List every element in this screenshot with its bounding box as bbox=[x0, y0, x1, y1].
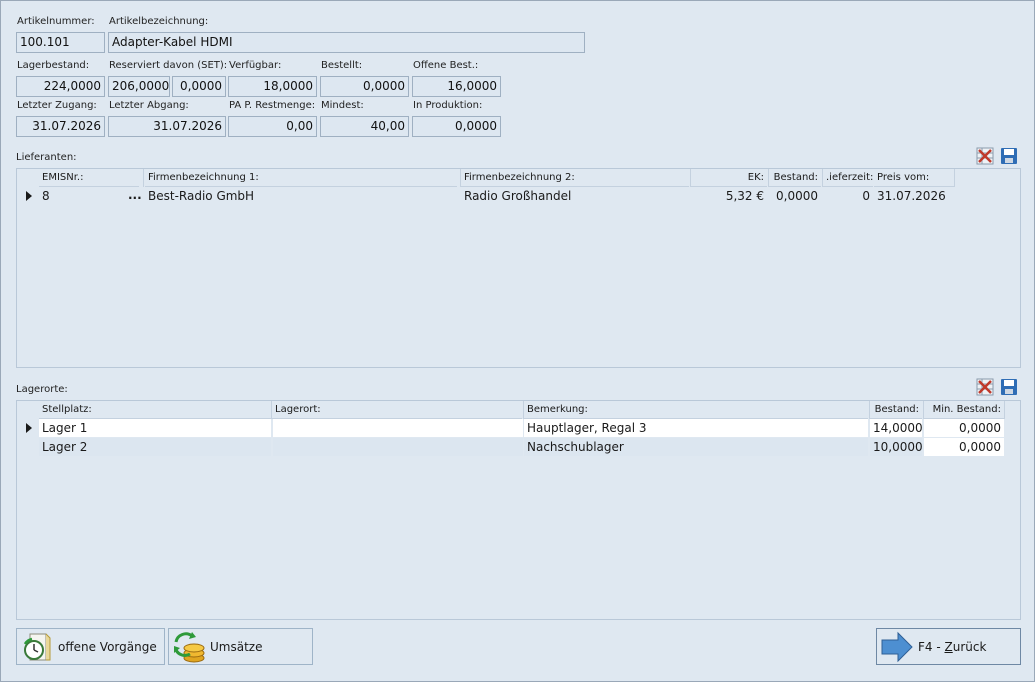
lieferanten-delete-icon[interactable] bbox=[976, 147, 994, 165]
row-selector[interactable] bbox=[17, 419, 39, 437]
lager-lagerort[interactable] bbox=[273, 419, 523, 437]
article-number-field[interactable]: 100.101 bbox=[16, 32, 105, 53]
pap-label: PA P. Restmenge: bbox=[229, 100, 316, 111]
coins-icon bbox=[172, 630, 206, 664]
lieferant-ek[interactable]: 5,32 € bbox=[691, 187, 767, 205]
article-name-label: Artikelbezeichnung: bbox=[109, 16, 209, 27]
col-firma2[interactable]: Firmenbezeichnung 2: bbox=[461, 169, 689, 187]
offene-field[interactable]: 16,0000 bbox=[412, 76, 501, 97]
zurueck-label-mnemonic: Z bbox=[944, 639, 953, 654]
lieferanten-grid: EMISNr.: Firmenbezeichnung 1: Firmenbeze… bbox=[16, 168, 1021, 368]
verfuegbar-label: Verfügbar: bbox=[229, 60, 282, 71]
lieferant-lookup-button[interactable]: ... bbox=[125, 186, 145, 204]
lieferanten-title: Lieferanten: bbox=[16, 152, 77, 163]
window-frame: Artikelnummer: 100.101 Artikelbezeichnun… bbox=[0, 0, 1035, 682]
col-lieferzeit[interactable]: .ieferzeit: bbox=[823, 169, 873, 187]
lager-stellplatz[interactable]: Lager 1 bbox=[39, 419, 271, 437]
lieferant-firma2[interactable]: Radio Großhandel bbox=[461, 187, 689, 205]
lieferant-preis[interactable]: 31.07.2026 bbox=[874, 187, 954, 205]
clock-icon bbox=[20, 630, 54, 664]
pap-field[interactable]: 0,00 bbox=[228, 116, 317, 137]
lieferant-bestand[interactable]: 0,0000 bbox=[769, 187, 821, 205]
offene-vorgaenge-label: offene Vorgänge bbox=[58, 639, 157, 654]
produktion-label: In Produktion: bbox=[413, 100, 483, 111]
lager-bemerkung[interactable]: Hauptlager, Regal 3 bbox=[524, 419, 868, 437]
bestellt-label: Bestellt: bbox=[321, 60, 363, 71]
arrow-right-icon bbox=[880, 630, 914, 664]
zurueck-label: F4 - Zurück bbox=[918, 640, 986, 654]
col-bemerkung[interactable]: Bemerkung: bbox=[524, 401, 868, 419]
col-lagerort[interactable]: Lagerort: bbox=[272, 401, 522, 419]
lieferanten-save-icon[interactable] bbox=[1000, 147, 1018, 165]
lager-stellplatz[interactable]: Lager 2 bbox=[39, 438, 271, 456]
col-emis[interactable]: EMISNr.: bbox=[39, 169, 139, 187]
zurueck-label-rest: urück bbox=[952, 639, 987, 654]
offene-vorgaenge-button[interactable]: offene Vorgänge bbox=[16, 628, 165, 665]
reserviert-field[interactable]: 206,0000 bbox=[108, 76, 170, 97]
set-field[interactable]: 0,0000 bbox=[172, 76, 226, 97]
current-row-icon bbox=[26, 423, 32, 433]
row-selector[interactable] bbox=[17, 187, 39, 205]
article-number-label: Artikelnummer: bbox=[17, 16, 95, 27]
col-ek[interactable]: EK: bbox=[691, 169, 767, 187]
mindest-label: Mindest: bbox=[321, 100, 364, 111]
abgang-field[interactable]: 31.07.2026 bbox=[108, 116, 226, 137]
col-lager-bestand[interactable]: Bestand: bbox=[870, 401, 922, 419]
lieferant-lieferzeit[interactable]: 0 bbox=[823, 187, 873, 205]
lieferant-emis[interactable]: 8 bbox=[39, 187, 121, 205]
lager-min-bestand[interactable]: 0,0000 bbox=[924, 438, 1004, 456]
umsaetze-label: Umsätze bbox=[210, 639, 263, 654]
lager-bestand[interactable]: 10,0000 bbox=[870, 438, 922, 456]
article-name-field[interactable]: Adapter-Kabel HDMI bbox=[108, 32, 585, 53]
col-min-bestand[interactable]: Min. Bestand: bbox=[924, 401, 1004, 419]
lagerorte-delete-icon[interactable] bbox=[976, 378, 994, 396]
current-row-icon bbox=[26, 191, 32, 201]
lagerbestand-label: Lagerbestand: bbox=[17, 60, 90, 71]
lagerorte-save-icon[interactable] bbox=[1000, 378, 1018, 396]
produktion-field[interactable]: 0,0000 bbox=[412, 116, 501, 137]
lager-lagerort[interactable] bbox=[273, 438, 523, 456]
zugang-label: Letzter Zugang: bbox=[17, 100, 97, 111]
lager-bestand[interactable]: 14,0000 bbox=[870, 419, 922, 437]
verfuegbar-field[interactable]: 18,0000 bbox=[228, 76, 317, 97]
mindest-field[interactable]: 40,00 bbox=[320, 116, 409, 137]
zurueck-label-prefix: F4 - bbox=[918, 639, 945, 654]
row-selector[interactable] bbox=[17, 438, 39, 456]
col-preis[interactable]: Preis vom: bbox=[874, 169, 954, 187]
lieferant-firma1[interactable]: Best-Radio GmbH bbox=[145, 187, 457, 205]
lager-bemerkung[interactable]: Nachschublager bbox=[524, 438, 868, 456]
offene-label: Offene Best.: bbox=[413, 60, 479, 71]
zurueck-button[interactable]: F4 - Zurück bbox=[876, 628, 1021, 665]
zugang-field[interactable]: 31.07.2026 bbox=[16, 116, 105, 137]
col-bestand[interactable]: Bestand: bbox=[769, 169, 821, 187]
bestellt-field[interactable]: 0,0000 bbox=[320, 76, 409, 97]
reserviert-label: Reserviert davon (SET): bbox=[109, 60, 228, 71]
lagerorte-title: Lagerorte: bbox=[16, 384, 68, 395]
lager-min-bestand[interactable]: 0,0000 bbox=[924, 419, 1004, 437]
lagerbestand-field[interactable]: 224,0000 bbox=[16, 76, 105, 97]
abgang-label: Letzter Abgang: bbox=[109, 100, 189, 111]
col-firma1[interactable]: Firmenbezeichnung 1: bbox=[145, 169, 457, 187]
umsaetze-button[interactable]: Umsätze bbox=[168, 628, 313, 665]
lagerorte-grid: Stellplatz: Lagerort: Bemerkung: Bestand… bbox=[16, 400, 1021, 620]
col-stellplatz[interactable]: Stellplatz: bbox=[39, 401, 271, 419]
